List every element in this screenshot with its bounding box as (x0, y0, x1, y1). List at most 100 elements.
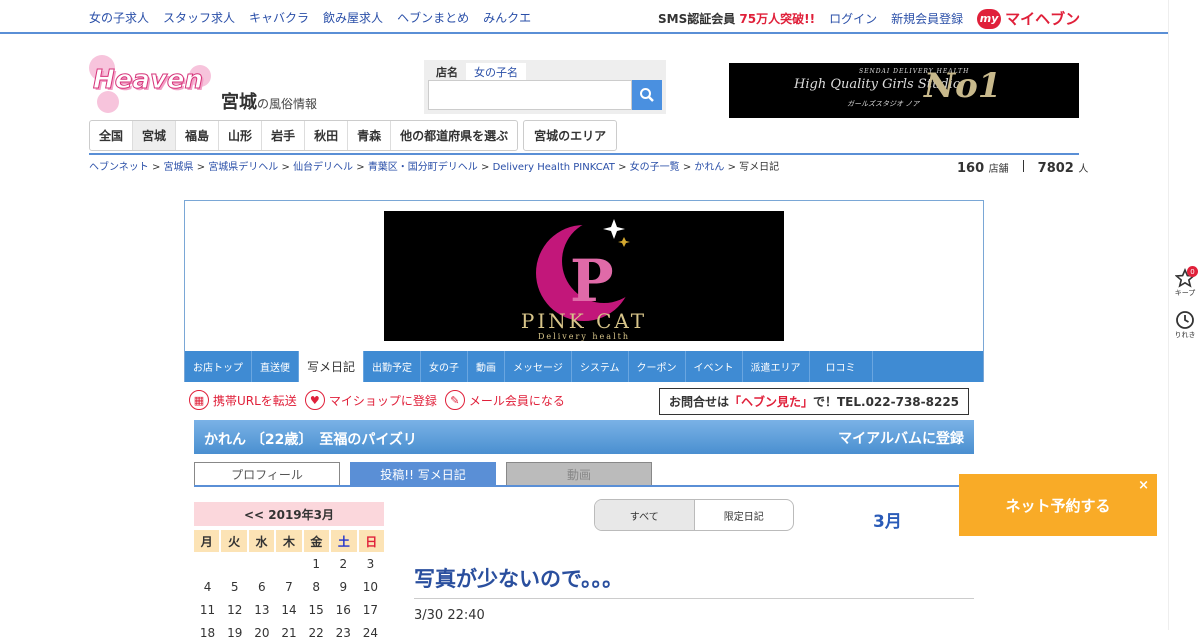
tab-profile[interactable]: プロフィール (194, 462, 340, 485)
shop-tab-direct[interactable]: 直送便 (252, 351, 299, 382)
tab-diary[interactable]: 投稿!! 写メ日記 (350, 462, 496, 485)
breadcrumb-item[interactable]: 宮城県 (164, 162, 194, 173)
sms-prefix: SMS認証会員 (658, 12, 736, 26)
my-heaven-link[interactable]: my マイヘブン (977, 8, 1080, 29)
shop-tab-schedule[interactable]: 出勤予定 (364, 351, 422, 382)
calendar-day[interactable]: 6 (248, 575, 275, 598)
calendar-day[interactable]: 2 (330, 552, 357, 575)
calendar-day[interactable]: 1 (303, 552, 330, 575)
filter-limited-button[interactable]: 限定日記 (695, 500, 794, 530)
calendar-day[interactable]: 20 (248, 621, 275, 644)
month-label: 3月 (873, 512, 902, 532)
register-link[interactable]: 新規会員登録 (891, 10, 963, 27)
keep-label: キープ (1174, 289, 1196, 297)
search-tab-shop[interactable]: 店名 (428, 63, 466, 81)
calendar-day[interactable]: 8 (303, 575, 330, 598)
search-button[interactable] (632, 80, 662, 110)
top-link-staff-jobs[interactable]: スタッフ求人 (163, 9, 235, 26)
breadcrumb-item[interactable]: 女の子一覧 (630, 162, 680, 173)
people-count-unit: 人 (1078, 164, 1089, 175)
shop-tab-event[interactable]: イベント (686, 351, 743, 382)
calendar-day[interactable]: 11 (194, 598, 221, 621)
top-link-minque[interactable]: みんクエ (483, 9, 531, 26)
calendar-day[interactable]: 3 (357, 552, 384, 575)
pref-item-miyagi[interactable]: 宮城 (133, 121, 177, 150)
shop-tab-top[interactable]: お店トップ (185, 351, 252, 382)
shop-tab-coupon[interactable]: クーポン (629, 351, 686, 382)
search-tab-girl[interactable]: 女の子名 (466, 63, 526, 81)
calendar-day (194, 552, 221, 575)
post-date: 3/30 22:40 (414, 608, 485, 623)
calendar-day[interactable]: 19 (221, 621, 248, 644)
breadcrumb-item[interactable]: 宮城県デリヘル (208, 162, 278, 173)
breadcrumb-item[interactable]: ヘブンネット (89, 162, 149, 173)
pref-item-aomori[interactable]: 青森 (348, 121, 392, 150)
shop-tab-message[interactable]: メッセージ (505, 351, 572, 382)
site-logo[interactable]: Heaven (89, 55, 219, 115)
shop-tab-system[interactable]: システム (572, 351, 629, 382)
pref-item-all[interactable]: 全国 (90, 121, 134, 150)
area-button[interactable]: 宮城のエリア (523, 120, 618, 151)
calendar-day[interactable]: 12 (221, 598, 248, 621)
top-link-cabaret[interactable]: キャバクラ (249, 9, 309, 26)
myshop-button[interactable]: ♥ マイショップに登録 (304, 390, 437, 410)
keep-button[interactable]: 0 キープ (1169, 266, 1200, 298)
tab-video[interactable]: 動画 (506, 462, 652, 485)
net-reserve-button[interactable]: ネット予約する × (959, 474, 1157, 536)
contact-highlight: 「ヘブン見た」 (728, 395, 813, 409)
pref-item-fukushima[interactable]: 福島 (176, 121, 220, 150)
calendar-header[interactable]: << 2019年3月 (194, 502, 384, 526)
calendar-day[interactable]: 10 (357, 575, 384, 598)
pref-item-other[interactable]: 他の都道府県を選ぶ (391, 121, 517, 150)
close-icon[interactable]: × (1138, 478, 1149, 493)
shop-tab-area[interactable]: 派遣エリア (743, 351, 810, 382)
shop-tab-review[interactable]: ロコミ (810, 351, 873, 382)
calendar-day[interactable]: 17 (357, 598, 384, 621)
people-count-stat: 7802 人 (1038, 160, 1089, 176)
calendar-day[interactable]: 18 (194, 621, 221, 644)
region-title: 宮城の風俗情報 (221, 88, 317, 114)
shop-count-unit: 店舗 (988, 164, 1009, 175)
calendar-day[interactable]: 15 (303, 598, 330, 621)
calendar-day[interactable]: 22 (303, 621, 330, 644)
calendar-day[interactable]: 5 (221, 575, 248, 598)
calendar-day[interactable]: 16 (330, 598, 357, 621)
breadcrumb-item[interactable]: かれん (694, 162, 724, 173)
calendar-day[interactable]: 9 (330, 575, 357, 598)
calendar-day[interactable]: 4 (194, 575, 221, 598)
weekday: 火 (221, 530, 247, 552)
shop-banner[interactable]: P PINK CAT Delivery health (384, 211, 784, 341)
shop-tab-girls[interactable]: 女の子 (421, 351, 469, 382)
shop-tab-diary[interactable]: 写メ日記 (299, 351, 365, 382)
pref-item-akita[interactable]: 秋田 (305, 121, 349, 150)
top-link-matome[interactable]: ヘブンまとめ (397, 9, 469, 26)
calendar-day[interactable]: 23 (330, 621, 357, 644)
pref-item-yamagata[interactable]: 山形 (219, 121, 263, 150)
breadcrumb-item[interactable]: 仙台デリヘル (293, 162, 353, 173)
shop-tab-video[interactable]: 動画 (468, 351, 506, 382)
breadcrumb-item[interactable]: Delivery Health PINKCAT (493, 162, 615, 173)
post-title[interactable]: 写真が少ないので。。。 (414, 563, 623, 593)
history-button[interactable]: りれき (1169, 310, 1200, 340)
breadcrumb-item[interactable]: 青葉区・国分町デリヘル (368, 162, 478, 173)
filter-all-button[interactable]: すべて (595, 500, 695, 530)
stats-divider (1022, 160, 1024, 172)
calendar-day[interactable]: 24 (357, 621, 384, 644)
top-link-girl-jobs[interactable]: 女の子求人 (89, 9, 149, 26)
search-input[interactable] (428, 80, 632, 110)
calendar-day[interactable]: 7 (275, 575, 302, 598)
login-link[interactable]: ログイン (829, 10, 877, 27)
edit-icon: ✎ (444, 390, 465, 410)
mail-member-button[interactable]: ✎ メール会員になる (444, 390, 565, 410)
search-icon (640, 88, 654, 102)
calendar-weekdays: 月 火 水 木 金 土 日 (194, 530, 384, 552)
calendar-day[interactable]: 21 (275, 621, 302, 644)
top-ad-banner[interactable]: SENDAI DELIVERY HEALTH High Quality Girl… (729, 63, 1079, 118)
calendar-week: 18 19 20 21 22 23 24 (194, 621, 384, 644)
pref-item-iwate[interactable]: 岩手 (262, 121, 306, 150)
send-url-button[interactable]: ▦ 携帯URLを転送 (189, 390, 297, 410)
top-link-bar-jobs[interactable]: 飲み屋求人 (323, 9, 383, 26)
album-register-button[interactable]: マイアルバムに登録 (838, 428, 964, 448)
calendar-day[interactable]: 13 (248, 598, 275, 621)
calendar-day[interactable]: 14 (275, 598, 302, 621)
